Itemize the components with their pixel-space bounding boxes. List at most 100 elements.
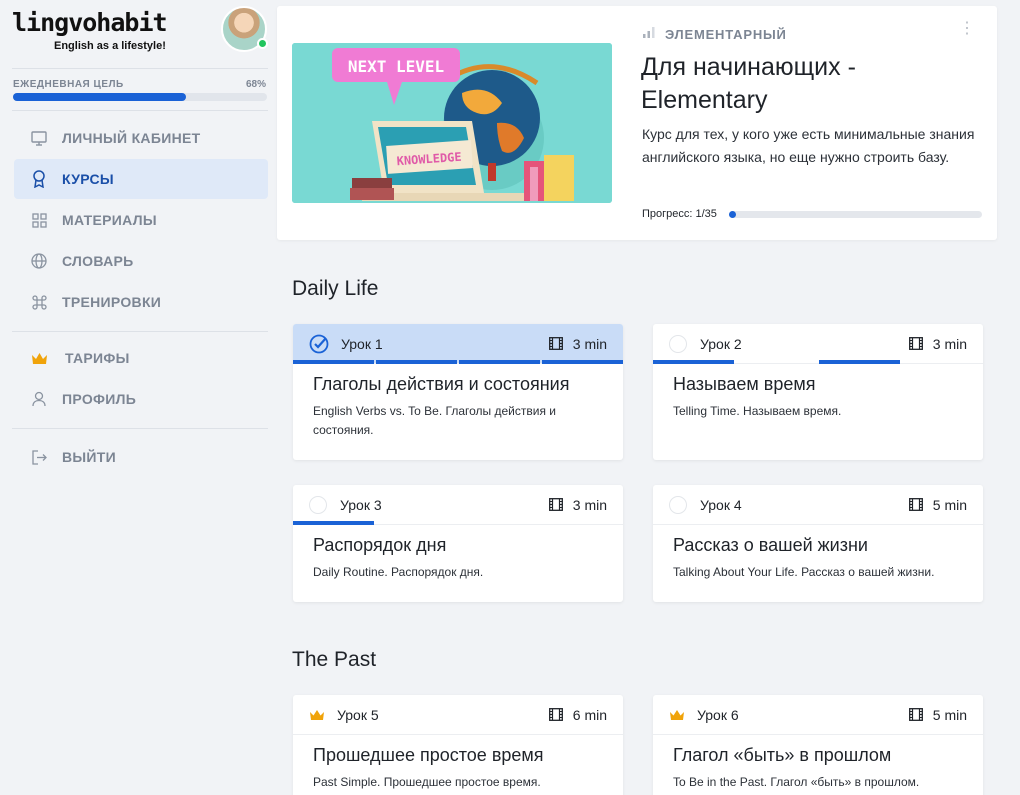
- progress-segment: [459, 360, 540, 364]
- progress-segment: [902, 731, 983, 735]
- lesson-body: Рассказ о вашей жизни Talking About Your …: [653, 525, 983, 582]
- lesson-duration: 5 min: [908, 496, 967, 513]
- nav-plans[interactable]: ТАРИФЫ: [14, 338, 268, 378]
- crown-icon: [309, 709, 325, 721]
- lesson-title: Распорядок дня: [313, 535, 447, 555]
- nav-plans-label: ТАРИФЫ: [65, 350, 130, 366]
- lesson-body: Глаголы действия и состояния English Verb…: [293, 364, 623, 440]
- lesson-duration: 3 min: [908, 335, 967, 352]
- divider: [12, 110, 268, 111]
- nav-dictionary-label: СЛОВАРЬ: [62, 253, 134, 269]
- progress-segment: [542, 521, 623, 525]
- lesson-card[interactable]: Урок 1 3 min Глаголы действия и состояния E…: [293, 324, 623, 460]
- nav-profile[interactable]: ПРОФИЛЬ: [14, 379, 268, 419]
- lesson-title: Глагол «быть» в прошлом: [673, 745, 892, 765]
- brand-tagline: English as a lifestyle!: [54, 40, 166, 52]
- lesson-card[interactable]: Урок 3 3 min Распорядок дня Daily Routine. …: [293, 485, 623, 602]
- progress-segment: [653, 360, 734, 364]
- course-cover-image: NEXT LEVEL KNOWLEDGE: [292, 43, 612, 203]
- progress-segment: [736, 731, 817, 735]
- lesson-duration: 5 min: [908, 706, 967, 723]
- film-icon: [908, 498, 928, 511]
- lesson-duration-text: 3 min: [932, 335, 967, 352]
- lesson-number: Урок 6: [697, 706, 739, 723]
- crown-icon: [669, 709, 685, 721]
- lesson-number: Урок 1: [341, 335, 383, 352]
- lesson-progress-segments: [653, 360, 983, 364]
- lesson-card[interactable]: Урок 6 5 min Глагол «быть» в прошлом To Be …: [653, 695, 983, 795]
- course-progress-bar: [729, 211, 982, 218]
- grid-icon: [30, 211, 48, 229]
- lesson-progress-segments: [293, 731, 623, 735]
- sidebar: lingvohabit English as a lifestyle! ЕЖЕД…: [0, 0, 278, 795]
- empty-circle-icon: [309, 495, 327, 514]
- cover-text-next-level: NEXT LEVEL: [348, 57, 444, 76]
- progress-segment: [376, 521, 457, 525]
- progress-segment: [459, 521, 540, 525]
- film-icon: [908, 337, 928, 350]
- lesson-body: Глагол «быть» в прошлом To Be in the Past…: [653, 735, 983, 792]
- progress-segment: [902, 521, 983, 525]
- course-progress-fill: [729, 211, 737, 218]
- nav-courses-label: КУРСЫ: [62, 171, 114, 187]
- daily-goal-fill: [13, 93, 186, 101]
- nav-dictionary[interactable]: СЛОВАРЬ: [14, 241, 268, 281]
- user-icon: [30, 390, 48, 408]
- lesson-duration-text: 3 min: [572, 496, 607, 513]
- lesson-duration: 3 min: [548, 336, 607, 352]
- progress-segment: [902, 360, 983, 364]
- lesson-duration-text: 5 min: [932, 496, 967, 513]
- lesson-number: Урок 4: [700, 496, 742, 513]
- nav-profile-label: ПРОФИЛЬ: [62, 391, 137, 407]
- lesson-duration: 3 min: [548, 496, 607, 513]
- section-title: The Past: [292, 648, 377, 671]
- nav-courses[interactable]: КУРСЫ: [14, 159, 268, 199]
- progress-segment: [819, 360, 900, 364]
- progress-segment: [376, 731, 457, 735]
- course-description: Курс для тех, у кого уже есть минимальны…: [642, 126, 975, 165]
- avatar[interactable]: [221, 6, 268, 52]
- crown-icon: [30, 349, 48, 367]
- nav-logout[interactable]: ВЫЙТИ: [14, 437, 268, 477]
- check-circle-icon: [309, 334, 329, 354]
- progress-segment: [819, 521, 900, 525]
- nav-trainings-label: ТРЕНИРОВКИ: [62, 294, 162, 310]
- progress-segment: [293, 360, 374, 364]
- lesson-title: Глаголы действия и состояния: [313, 374, 570, 394]
- online-status-dot: [257, 38, 268, 49]
- lesson-progress-segments: [653, 731, 983, 735]
- progress-segment: [653, 521, 734, 525]
- brand-logo[interactable]: lingvohabit English as a lifestyle!: [12, 8, 172, 58]
- empty-circle-icon: [669, 334, 687, 353]
- lesson-title: Рассказ о вашей жизни: [673, 535, 868, 555]
- lesson-body: Прошедшее простое время Past Simple. Прош…: [293, 735, 623, 792]
- lesson-duration-text: 5 min: [932, 706, 967, 723]
- lesson-card[interactable]: Урок 4 5 min Рассказ о вашей жизни Talking …: [653, 485, 983, 602]
- lesson-duration-text: 6 min: [572, 706, 607, 723]
- lesson-progress-segments: [653, 521, 983, 525]
- course-card: NEXT LEVEL KNOWLEDGE ЭЛЕМЕНТАРНЫЙ ⋮ Для …: [277, 6, 997, 240]
- award-icon: [30, 170, 48, 188]
- lesson-title: Прошедшее простое время: [313, 745, 544, 765]
- lesson-header: Урок 6 5 min: [653, 695, 983, 735]
- lesson-duration: 6 min: [548, 706, 607, 723]
- lesson-body: Называем время Telling Time. Называем вре…: [653, 364, 983, 421]
- lesson-progress-segments: [293, 360, 623, 364]
- course-level-label: ЭЛЕМЕНТАРНЫЙ: [665, 26, 787, 42]
- lesson-card[interactable]: Урок 2 3 min Называем время Telling Time. Н…: [653, 324, 983, 460]
- nav-materials[interactable]: МАТЕРИАЛЫ: [14, 200, 268, 240]
- nav-trainings[interactable]: ТРЕНИРОВКИ: [14, 282, 268, 322]
- nav-dashboard[interactable]: ЛИЧНЫЙ КАБИНЕТ: [14, 118, 268, 158]
- lesson-number: Урок 2: [700, 335, 742, 352]
- film-icon: [548, 337, 568, 350]
- lesson-subtitle: Talking About Your Life. Рассказ о вашей…: [673, 565, 935, 579]
- film-icon: [548, 498, 568, 511]
- lesson-card[interactable]: Урок 5 6 min Прошедшее простое время Past S…: [293, 695, 623, 795]
- monitor-icon: [30, 129, 48, 147]
- film-icon: [548, 708, 568, 721]
- divider: [12, 68, 268, 69]
- course-progress-label: Прогресс: 1/35: [642, 208, 717, 220]
- nav-materials-label: МАТЕРИАЛЫ: [62, 212, 157, 228]
- lesson-subtitle: To Be in the Past. Глагол «быть» в прошл…: [673, 775, 920, 789]
- more-options-icon[interactable]: ⋮: [959, 21, 975, 37]
